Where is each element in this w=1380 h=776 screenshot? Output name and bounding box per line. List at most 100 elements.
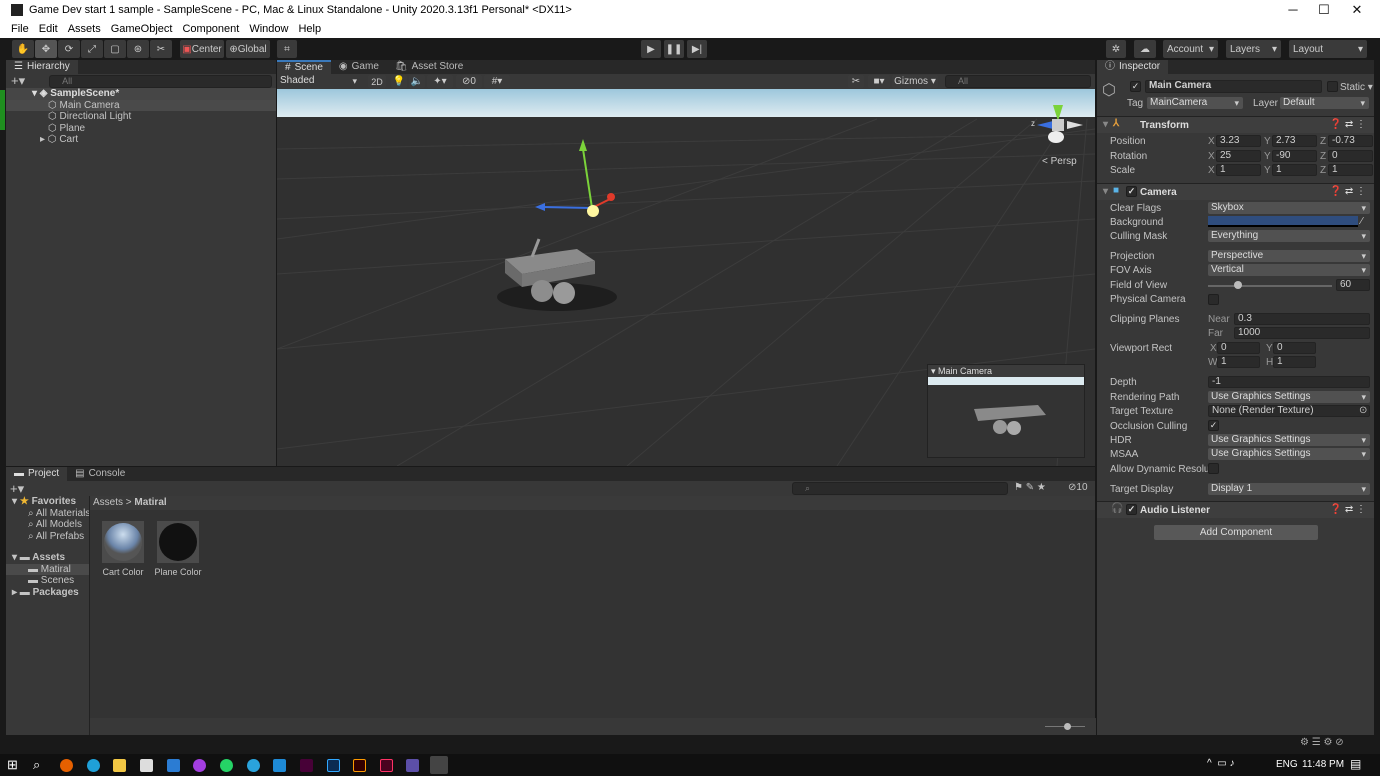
- snap-icon[interactable]: ⌗: [277, 40, 297, 58]
- tab-inspector[interactable]: ⓘ Inspector: [1097, 60, 1169, 74]
- fov-axis-dropdown[interactable]: Vertical: [1208, 264, 1370, 276]
- start-icon[interactable]: ⊞: [7, 757, 18, 773]
- file-explorer-icon[interactable]: [113, 759, 126, 772]
- store-icon[interactable]: [140, 759, 153, 772]
- favorite-item[interactable]: ⌕ All Materials: [6, 508, 90, 520]
- position-z-input[interactable]: -0.73: [1328, 135, 1373, 147]
- unity-taskbar-icon[interactable]: [430, 756, 448, 774]
- camera-enabled-checkbox[interactable]: ✓: [1126, 186, 1137, 197]
- msaa-dropdown[interactable]: Use Graphics Settings: [1208, 448, 1370, 460]
- hierarchy-item[interactable]: ⬡ Main Camera: [6, 99, 276, 111]
- menu-file[interactable]: File: [11, 23, 29, 35]
- depth-input[interactable]: -1: [1208, 376, 1370, 388]
- object-name-input[interactable]: Main Camera: [1145, 80, 1322, 93]
- 2d-toggle[interactable]: 2D: [368, 75, 386, 88]
- persp-label[interactable]: < Persp: [1042, 156, 1077, 167]
- position-x-input[interactable]: 3.23: [1216, 135, 1261, 147]
- photoshop-icon[interactable]: [327, 759, 340, 772]
- audio-icon[interactable]: 🔈: [409, 75, 425, 88]
- shading-mode-dropdown[interactable]: Shaded: [277, 75, 361, 87]
- menu-edit[interactable]: Edit: [39, 23, 58, 35]
- project-search-input[interactable]: ⌕: [792, 482, 1008, 495]
- scale-y-input[interactable]: 1: [1272, 164, 1317, 176]
- add-icon[interactable]: +▾: [11, 73, 25, 89]
- fov-slider-thumb[interactable]: [1233, 281, 1242, 289]
- audio-listener-checkbox[interactable]: ✓: [1126, 504, 1137, 515]
- rotate-tool-icon[interactable]: ⟳: [58, 40, 80, 58]
- move-tool-icon[interactable]: ✥: [35, 40, 57, 58]
- hidden-objects-toggle[interactable]: ⊘ 0: [456, 75, 482, 88]
- mail-icon[interactable]: [167, 759, 180, 772]
- eyedropper-icon[interactable]: ⁄: [1361, 216, 1363, 227]
- vscode-icon[interactable]: [273, 759, 286, 772]
- clear-flags-dropdown[interactable]: Skybox: [1208, 202, 1370, 214]
- menu-help[interactable]: Help: [298, 23, 321, 35]
- scale-tool-icon[interactable]: ⤢: [81, 40, 103, 58]
- effects-icon[interactable]: ✦▾: [427, 75, 453, 88]
- camera-icon[interactable]: ■▾: [868, 75, 890, 88]
- viewport-y-input[interactable]: 0: [1273, 342, 1316, 354]
- hierarchy-item[interactable]: ⬡ Plane: [6, 123, 276, 135]
- tab-project[interactable]: ▬ Project: [6, 467, 68, 481]
- camera-header[interactable]: ▾ ■ ✓ Camera ❓ ⇄ ⋮: [1097, 183, 1374, 200]
- illustrator-icon[interactable]: [353, 759, 366, 772]
- pause-button[interactable]: ❚❚: [664, 40, 684, 58]
- menu-gameobject[interactable]: GameObject: [111, 23, 173, 35]
- layout-dropdown[interactable]: Layout ▾: [1289, 40, 1367, 58]
- cloud-icon[interactable]: ☁: [1134, 40, 1156, 58]
- tools-icon[interactable]: ✂: [848, 75, 864, 88]
- gizmos-dropdown[interactable]: Gizmos ▾: [892, 75, 938, 88]
- status-icons[interactable]: ⚙ ☰ ⚙ ⊘: [1300, 737, 1344, 748]
- scene-root[interactable]: ▾ ◈ SampleScene*: [6, 88, 276, 100]
- hdr-dropdown[interactable]: Use Graphics Settings: [1208, 434, 1370, 446]
- viewport-w-input[interactable]: 1: [1217, 356, 1260, 368]
- layers-dropdown[interactable]: Layers ▾: [1226, 40, 1281, 58]
- target-display-dropdown[interactable]: Display 1: [1208, 483, 1370, 495]
- assets-folder[interactable]: ▾ ▬ Assets: [6, 552, 89, 564]
- menu-component[interactable]: Component: [182, 23, 239, 35]
- scene-search-input[interactable]: All: [945, 75, 1091, 88]
- favorite-item[interactable]: ⌕ All Prefabs: [6, 531, 89, 543]
- tab-asset-store[interactable]: 🛍 Asset Store: [387, 60, 471, 74]
- thumbnail-size-thumb[interactable]: [1064, 723, 1071, 730]
- component-menu-icons[interactable]: ❓ ⇄ ⋮: [1330, 504, 1366, 515]
- packages-folder[interactable]: ▸ ▬ Packages: [6, 587, 89, 599]
- clock[interactable]: 11:48 PM: [1302, 759, 1344, 770]
- maximize-button[interactable]: ☐: [1309, 0, 1339, 20]
- layer-dropdown[interactable]: Default: [1280, 97, 1369, 109]
- projection-dropdown[interactable]: Perspective: [1208, 250, 1370, 262]
- near-input[interactable]: 0.3: [1234, 313, 1370, 325]
- firefox-icon[interactable]: [60, 759, 73, 772]
- position-y-input[interactable]: 2.73: [1272, 135, 1317, 147]
- asset-label[interactable]: Plane Color: [151, 567, 205, 577]
- component-menu-icons[interactable]: ❓ ⇄ ⋮: [1330, 186, 1366, 197]
- hidden-packages-toggle[interactable]: ⊘10: [1068, 482, 1088, 493]
- hierarchy-item[interactable]: ▸ ⬡ Cart: [6, 134, 276, 146]
- object-picker-icon[interactable]: ⊙: [1359, 405, 1367, 416]
- tab-hierarchy[interactable]: ☰ Hierarchy: [6, 60, 78, 74]
- target-texture-field[interactable]: None (Render Texture): [1208, 405, 1370, 417]
- play-button[interactable]: ▶: [641, 40, 661, 58]
- menu-assets[interactable]: Assets: [68, 23, 101, 35]
- filter-icons[interactable]: ⚑ ✎ ★: [1014, 482, 1046, 493]
- tab-scene[interactable]: # Scene: [277, 60, 331, 74]
- step-button[interactable]: ▶|: [687, 40, 707, 58]
- whatsapp-icon[interactable]: [220, 759, 233, 772]
- scale-x-input[interactable]: 1: [1216, 164, 1261, 176]
- hand-tool-icon[interactable]: ✋: [12, 40, 34, 58]
- add-icon[interactable]: +▾: [10, 481, 24, 497]
- favorites-folder[interactable]: ▾ ★ Favorites: [6, 496, 89, 508]
- physical-camera-checkbox[interactable]: [1208, 294, 1219, 305]
- far-input[interactable]: 1000: [1234, 327, 1370, 339]
- notification-icon[interactable]: ▤: [1350, 757, 1361, 771]
- rendering-path-dropdown[interactable]: Use Graphics Settings: [1208, 391, 1370, 403]
- tab-console[interactable]: ▤ Console: [67, 467, 133, 481]
- pivot-global-button[interactable]: ⊕ Global: [226, 40, 270, 58]
- folder-item[interactable]: ▬ Matiral: [6, 563, 89, 575]
- asset-thumbnail[interactable]: [157, 521, 199, 563]
- hierarchy-search-input[interactable]: All: [49, 74, 272, 88]
- rotation-z-input[interactable]: 0: [1328, 149, 1373, 162]
- rotation-x-input[interactable]: 25: [1216, 149, 1261, 162]
- asset-thumbnail[interactable]: [102, 521, 144, 563]
- component-menu-icons[interactable]: ❓ ⇄ ⋮: [1330, 119, 1366, 130]
